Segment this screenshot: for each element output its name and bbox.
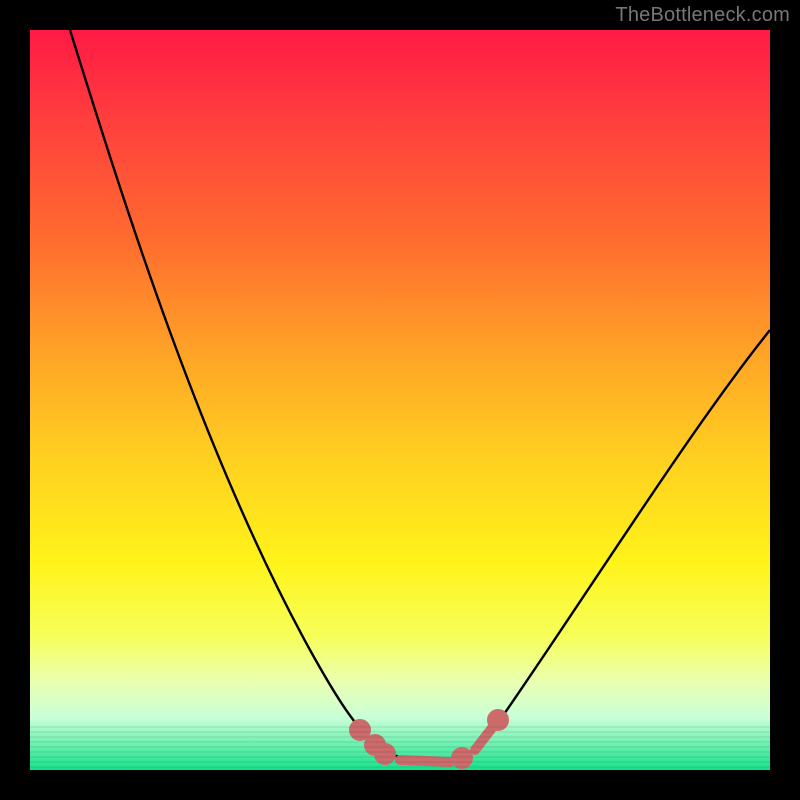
chart-frame: TheBottleneck.com xyxy=(0,0,800,800)
watermark-text: TheBottleneck.com xyxy=(615,4,790,27)
curve-markers xyxy=(354,714,504,764)
chart-svg xyxy=(30,30,770,770)
bottleneck-curve xyxy=(70,30,770,762)
chart-plot-area xyxy=(30,30,770,770)
